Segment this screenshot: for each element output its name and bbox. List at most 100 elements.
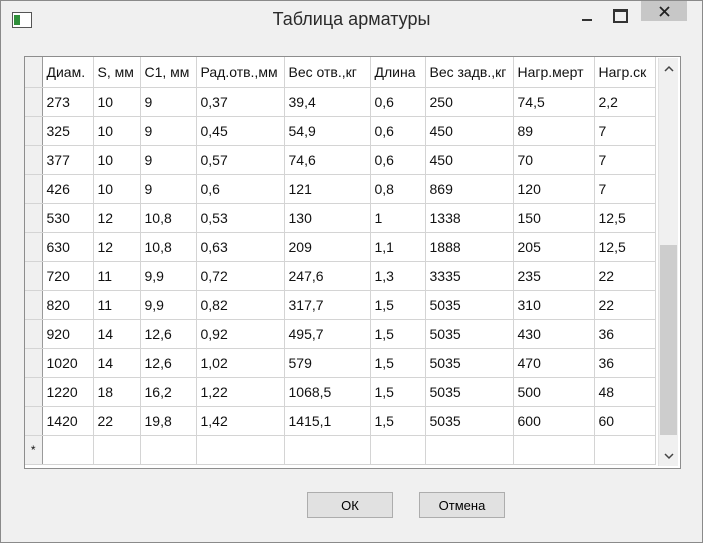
- column-header[interactable]: Вес задв.,кг: [425, 57, 514, 88]
- row-header[interactable]: [25, 145, 43, 175]
- table-cell[interactable]: 36: [594, 348, 656, 378]
- row-header[interactable]: [25, 290, 43, 320]
- table-cell[interactable]: 1,42: [196, 406, 285, 436]
- table-cell[interactable]: 74,5: [513, 87, 595, 117]
- table-cell[interactable]: 5035: [425, 377, 514, 407]
- table-cell[interactable]: 630: [42, 232, 94, 262]
- table-cell[interactable]: [513, 435, 595, 465]
- table-cell[interactable]: 1,3: [370, 261, 426, 291]
- table-cell[interactable]: 209: [284, 232, 371, 262]
- table-cell[interactable]: 5035: [425, 348, 514, 378]
- scroll-up-button[interactable]: [659, 58, 678, 78]
- table-cell[interactable]: 869: [425, 174, 514, 204]
- table-cell[interactable]: 1,5: [370, 377, 426, 407]
- table-cell[interactable]: [425, 435, 514, 465]
- table-cell[interactable]: 10: [93, 145, 141, 175]
- table-cell[interactable]: 920: [42, 319, 94, 349]
- table-cell[interactable]: 720: [42, 261, 94, 291]
- column-header[interactable]: Нагр.ск: [594, 57, 656, 88]
- table-cell[interactable]: 0,37: [196, 87, 285, 117]
- table-cell[interactable]: 48: [594, 377, 656, 407]
- table-cell[interactable]: 0,45: [196, 116, 285, 146]
- table-cell[interactable]: 22: [594, 261, 656, 291]
- table-cell[interactable]: 500: [513, 377, 595, 407]
- table-cell[interactable]: 12,6: [140, 319, 197, 349]
- table-cell[interactable]: 1,02: [196, 348, 285, 378]
- table-cell[interactable]: 495,7: [284, 319, 371, 349]
- table-cell[interactable]: 10,8: [140, 203, 197, 233]
- table-cell[interactable]: 0,82: [196, 290, 285, 320]
- row-header[interactable]: [25, 116, 43, 146]
- table-cell[interactable]: 10: [93, 116, 141, 146]
- table-cell[interactable]: 1220: [42, 377, 94, 407]
- table-cell[interactable]: [370, 435, 426, 465]
- table-cell[interactable]: 0,92: [196, 319, 285, 349]
- table-cell[interactable]: 12: [93, 203, 141, 233]
- table-cell[interactable]: 1338: [425, 203, 514, 233]
- table-cell[interactable]: 18: [93, 377, 141, 407]
- table-row[interactable]: 377 10 9 0,57 74,6 0,6 450 70 7: [25, 145, 656, 175]
- column-header[interactable]: C1, мм: [140, 57, 197, 88]
- table-cell[interactable]: 19,8: [140, 406, 197, 436]
- table-row[interactable]: 1020 14 12,6 1,02 579 1,5 5035 470 36: [25, 348, 656, 378]
- table-cell[interactable]: [140, 435, 197, 465]
- table-cell[interactable]: 7: [594, 116, 656, 146]
- table-cell[interactable]: 120: [513, 174, 595, 204]
- table-cell[interactable]: 36: [594, 319, 656, 349]
- table-cell[interactable]: 12,5: [594, 232, 656, 262]
- table-cell[interactable]: 5035: [425, 290, 514, 320]
- table-cell[interactable]: 1068,5: [284, 377, 371, 407]
- table-cell[interactable]: [196, 435, 285, 465]
- table-cell[interactable]: 60: [594, 406, 656, 436]
- row-header[interactable]: [25, 232, 43, 262]
- table-cell[interactable]: 1420: [42, 406, 94, 436]
- table-cell[interactable]: 22: [594, 290, 656, 320]
- new-row-marker[interactable]: *: [25, 435, 43, 465]
- table-cell[interactable]: 0,72: [196, 261, 285, 291]
- table-cell[interactable]: 121: [284, 174, 371, 204]
- table-row[interactable]: 720 11 9,9 0,72 247,6 1,3 3335 235 22: [25, 261, 656, 291]
- table-cell[interactable]: 11: [93, 261, 141, 291]
- table-row[interactable]: 530 12 10,8 0,53 130 1 1338 150 12,5: [25, 203, 656, 233]
- column-header[interactable]: Диам.: [42, 57, 94, 88]
- vertical-scrollbar[interactable]: [658, 58, 678, 466]
- table-cell[interactable]: 3335: [425, 261, 514, 291]
- table-cell[interactable]: 0,53: [196, 203, 285, 233]
- table-cell[interactable]: 10,8: [140, 232, 197, 262]
- column-header[interactable]: S, мм: [93, 57, 141, 88]
- table-cell[interactable]: 150: [513, 203, 595, 233]
- table-cell[interactable]: 5035: [425, 319, 514, 349]
- table-cell[interactable]: 1888: [425, 232, 514, 262]
- table-cell[interactable]: 0,8: [370, 174, 426, 204]
- table-row[interactable]: 325 10 9 0,45 54,9 0,6 450 89 7: [25, 116, 656, 146]
- table-row[interactable]: 1420 22 19,8 1,42 1415,1 1,5 5035 600 60: [25, 406, 656, 436]
- table-cell[interactable]: 530: [42, 203, 94, 233]
- table-cell[interactable]: 235: [513, 261, 595, 291]
- row-header[interactable]: [25, 261, 43, 291]
- row-header[interactable]: [25, 203, 43, 233]
- table-cell[interactable]: 325: [42, 116, 94, 146]
- table-cell[interactable]: 1,5: [370, 348, 426, 378]
- table-cell[interactable]: 250: [425, 87, 514, 117]
- table-cell[interactable]: 600: [513, 406, 595, 436]
- title-bar[interactable]: Таблица арматуры: [1, 1, 702, 39]
- table-cell[interactable]: 89: [513, 116, 595, 146]
- table-cell[interactable]: 1,5: [370, 406, 426, 436]
- table-cell[interactable]: [42, 435, 94, 465]
- table-cell[interactable]: 450: [425, 116, 514, 146]
- table-cell[interactable]: [93, 435, 141, 465]
- new-row[interactable]: *: [25, 435, 656, 465]
- row-header[interactable]: [25, 406, 43, 436]
- maximize-button[interactable]: [603, 1, 637, 31]
- table-row[interactable]: 630 12 10,8 0,63 209 1,1 1888 205 12,5: [25, 232, 656, 262]
- row-header[interactable]: [25, 87, 43, 117]
- table-cell[interactable]: 579: [284, 348, 371, 378]
- data-grid[interactable]: Диам. S, мм C1, мм Рад.отв.,мм Вес отв.,кг Дл…: [24, 56, 681, 469]
- row-header[interactable]: [25, 377, 43, 407]
- table-cell[interactable]: 0,57: [196, 145, 285, 175]
- table-cell[interactable]: 820: [42, 290, 94, 320]
- column-header[interactable]: Нагр.мерт: [513, 57, 595, 88]
- table-row[interactable]: 820 11 9,9 0,82 317,7 1,5 5035 310 22: [25, 290, 656, 320]
- table-row[interactable]: 426 10 9 0,6 121 0,8 869 120 7: [25, 174, 656, 204]
- corner-cell[interactable]: [25, 57, 43, 88]
